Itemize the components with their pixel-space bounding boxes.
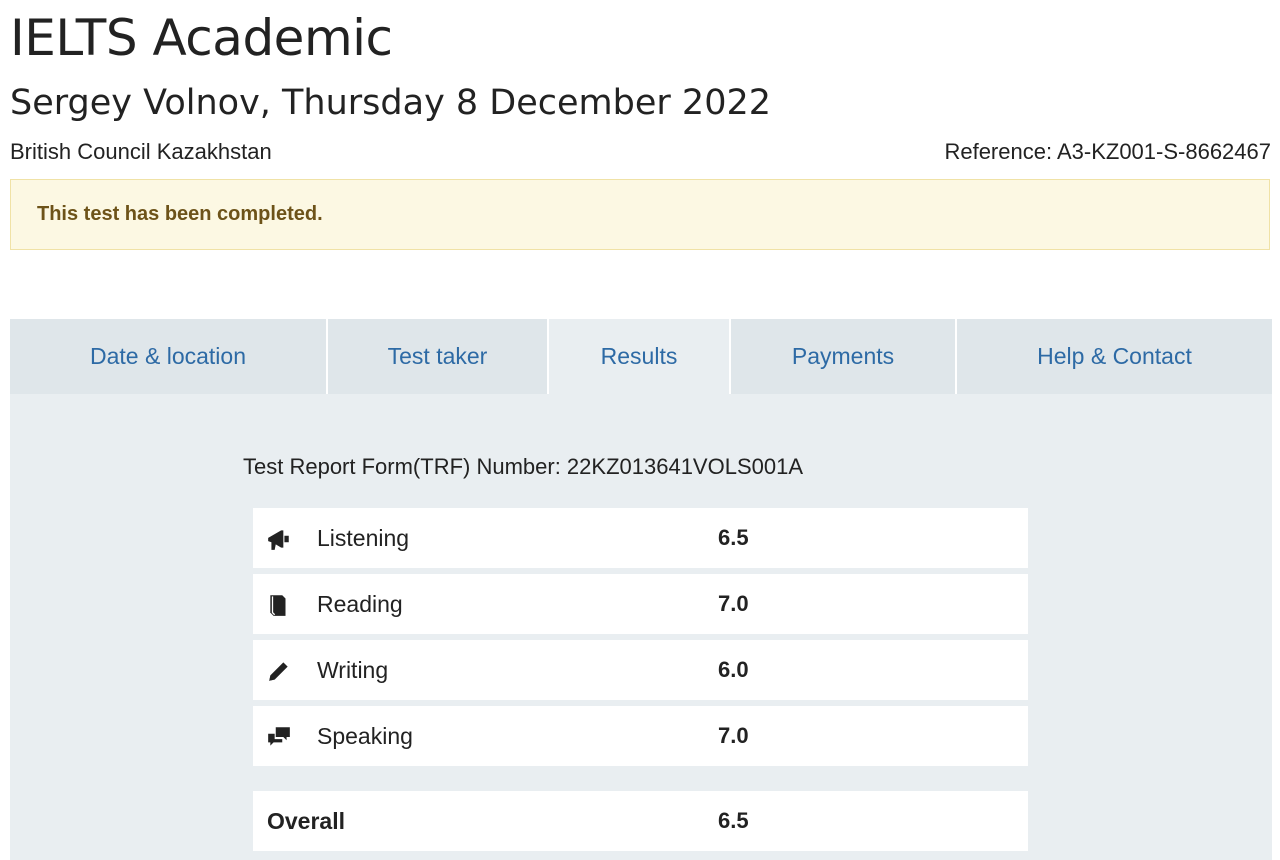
score-row-speaking: Speaking 7.0 — [253, 706, 1028, 766]
score-row-listening: Listening 6.5 — [253, 508, 1028, 568]
booking-subtitle: Sergey Volnov, Thursday 8 December 2022 — [10, 83, 771, 123]
test-centre-name: British Council Kazakhstan — [10, 139, 272, 164]
skill-score: 6.0 — [718, 657, 749, 682]
alert-message: This test has been completed. — [37, 203, 323, 225]
tab-label: Results — [600, 343, 678, 369]
megaphone-icon — [268, 530, 289, 550]
skill-label: Speaking — [317, 723, 413, 749]
booking-reference: Reference: A3-KZ001-S-8662467 — [944, 139, 1271, 164]
pencil-icon — [269, 662, 288, 681]
skill-label: Reading — [317, 591, 403, 617]
tab-label: Help & Contact — [1037, 343, 1192, 369]
booking-tabs: Date & location Test taker Results Payme… — [10, 319, 1272, 394]
tab-label: Payments — [791, 343, 895, 369]
skill-score: 7.0 — [718, 723, 749, 748]
skill-label: Writing — [317, 657, 389, 683]
completion-alert: This test has been completed. — [10, 179, 1270, 250]
tab-test-taker[interactable]: Test taker — [328, 319, 549, 394]
page-title: IELTS Academic — [10, 9, 393, 67]
score-row-overall: Overall 6.5 — [253, 791, 1028, 851]
overall-score: 6.5 — [718, 808, 749, 833]
tab-results[interactable]: Results — [549, 319, 731, 394]
skill-label: Listening — [317, 525, 410, 551]
tab-payments[interactable]: Payments — [731, 319, 957, 394]
skill-score: 6.5 — [718, 525, 749, 550]
tab-help-contact[interactable]: Help & Contact — [957, 319, 1272, 394]
speech-bubbles-icon — [268, 727, 290, 746]
trf-number: Test Report Form(TRF) Number: 22KZ013641… — [243, 454, 804, 479]
tab-label: Date & location — [90, 343, 246, 369]
score-row-reading: Reading 7.0 — [253, 574, 1028, 634]
overall-label: Overall — [267, 808, 345, 834]
tab-label: Test taker — [387, 343, 488, 369]
skill-score: 7.0 — [718, 591, 749, 616]
tab-date-location[interactable]: Date & location — [10, 319, 328, 394]
book-icon — [270, 595, 286, 616]
score-row-writing: Writing 6.0 — [253, 640, 1028, 700]
